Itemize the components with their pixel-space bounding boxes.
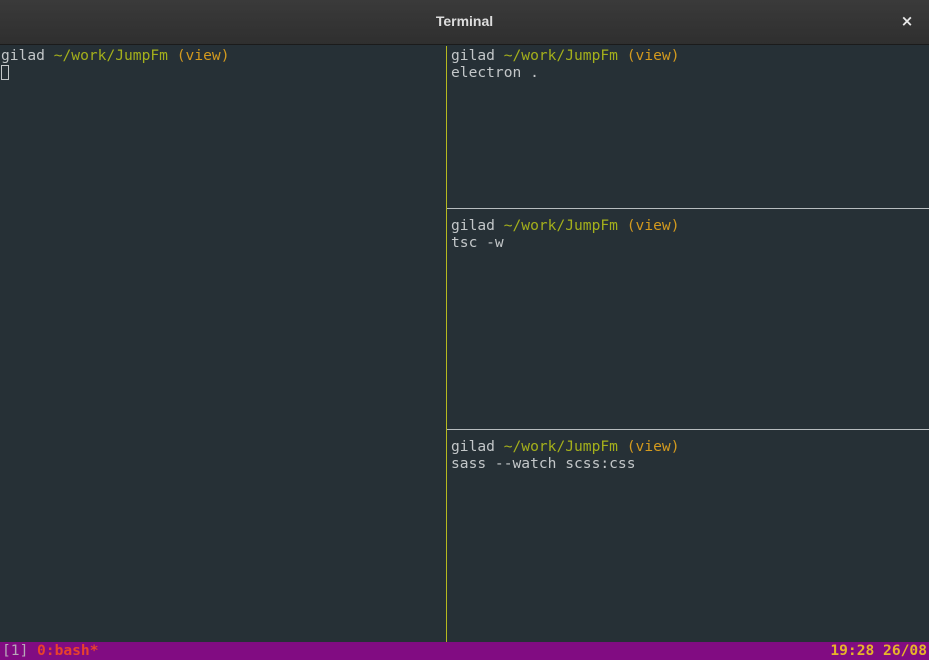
prompt-branch: (view): [176, 47, 230, 64]
pane-left[interactable]: gilad ~/work/JumpFm (view): [0, 46, 446, 642]
pane-bottom-right[interactable]: gilad ~/work/JumpFm (view) sass --watch …: [450, 437, 929, 642]
terminal-area[interactable]: gilad ~/work/JumpFm (view) gilad ~/work/…: [0, 46, 929, 642]
prompt-branch: (view): [626, 438, 680, 455]
prompt-branch: (view): [626, 47, 680, 64]
prompt-line: gilad ~/work/JumpFm (view): [1, 47, 446, 64]
window-title: Terminal: [435, 13, 494, 29]
prompt-path: ~/work/JumpFm: [503, 47, 618, 64]
close-icon[interactable]: ×: [897, 11, 917, 31]
command-line: tsc -w: [451, 234, 929, 251]
prompt-branch: (view): [626, 217, 680, 234]
prompt-user: gilad: [451, 47, 495, 64]
pane-command: electron .: [451, 64, 539, 81]
title-bar[interactable]: Terminal ×: [0, 0, 929, 45]
pane-command: sass --watch scss:css: [451, 455, 636, 472]
tmux-status-bar: [1] 0:bash* 19:28 26/08: [0, 642, 929, 660]
vertical-pane-divider[interactable]: [446, 46, 447, 642]
prompt-user: gilad: [451, 438, 495, 455]
prompt-user: gilad: [451, 217, 495, 234]
window-tab-bash[interactable]: 0:bash*: [37, 642, 99, 660]
prompt-path: ~/work/JumpFm: [503, 217, 618, 234]
prompt-line: gilad ~/work/JumpFm (view): [451, 47, 929, 64]
text-cursor: [1, 65, 9, 80]
input-line[interactable]: [1, 64, 446, 81]
terminal-window: Terminal × gilad ~/work/JumpFm (view) gi…: [0, 0, 929, 660]
prompt-path: ~/work/JumpFm: [503, 438, 618, 455]
pane-middle-right[interactable]: gilad ~/work/JumpFm (view) tsc -w: [450, 216, 929, 429]
session-name: [1]: [2, 642, 29, 659]
prompt-line: gilad ~/work/JumpFm (view): [451, 438, 929, 455]
pane-top-right[interactable]: gilad ~/work/JumpFm (view) electron .: [450, 46, 929, 208]
horizontal-pane-divider[interactable]: [447, 429, 929, 430]
command-line: sass --watch scss:css: [451, 455, 929, 472]
command-line: electron .: [451, 64, 929, 81]
prompt-line: gilad ~/work/JumpFm (view): [451, 217, 929, 234]
horizontal-pane-divider[interactable]: [447, 208, 929, 209]
prompt-user: gilad: [1, 47, 45, 64]
prompt-path: ~/work/JumpFm: [53, 47, 168, 64]
pane-command: tsc -w: [451, 234, 504, 251]
status-clock: 19:28 26/08: [830, 642, 927, 659]
